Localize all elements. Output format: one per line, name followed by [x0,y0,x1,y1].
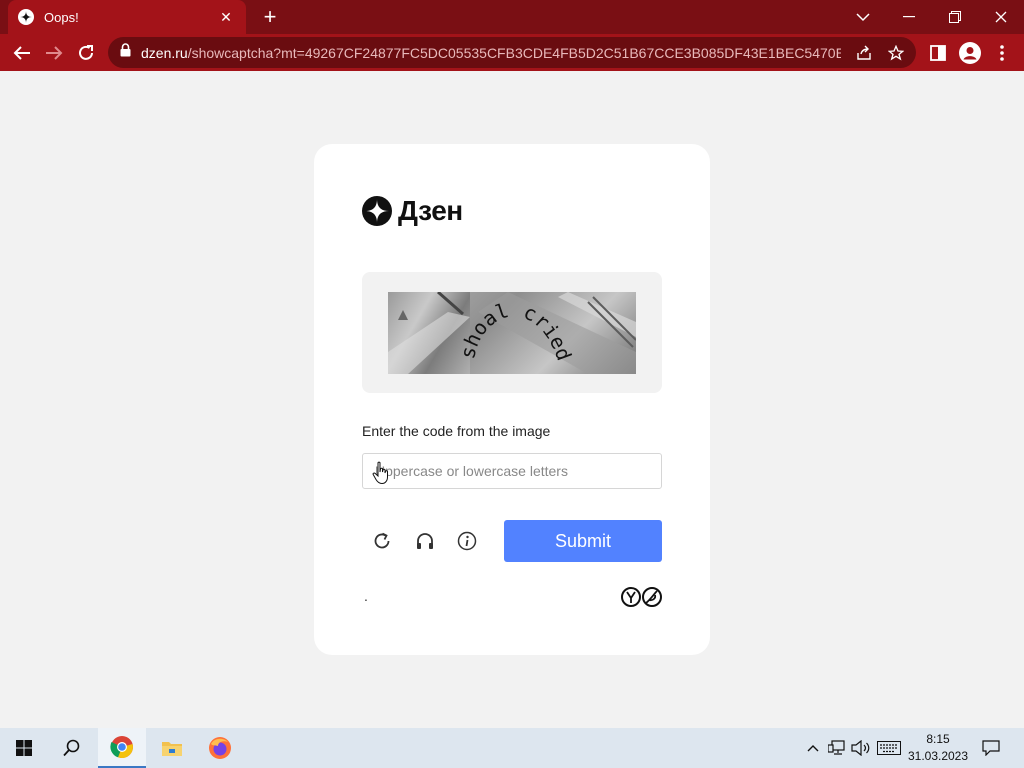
forward-arrow-icon[interactable] [41,40,67,66]
keyboard-icon[interactable] [876,738,902,758]
tab-title: Oops! [44,9,79,25]
url-text[interactable]: dzen.ru/showcaptcha?mt=49267CF24877FC5DC… [141,45,841,61]
firefox-icon[interactable] [196,728,244,768]
search-icon[interactable] [48,728,96,768]
bookmark-star-icon[interactable] [886,43,906,63]
brand-name: Дзен [398,195,463,226]
browser-tab[interactable]: Oops! ✕ [8,0,246,34]
footer-mark: . [364,588,368,604]
clock-time: 8:15 [926,732,950,746]
windows-start-icon[interactable] [0,728,48,768]
dzen-brand: Дзен [362,195,463,227]
minimize-button[interactable] [886,0,932,34]
profile-avatar-icon[interactable] [958,41,982,65]
back-arrow-icon[interactable] [9,40,35,66]
windows-taskbar: 8:15 31.03.2023 [0,728,1024,768]
audio-captcha-headphones-icon[interactable] [413,529,437,553]
refresh-captcha-icon[interactable] [370,529,394,553]
restore-button[interactable] [932,0,978,34]
url-host: dzen.ru [141,44,188,61]
new-tab-button[interactable]: + [258,5,282,29]
close-window-button[interactable] [978,0,1024,34]
dzen-logo-icon [362,196,392,226]
taskbar-clock[interactable]: 8:15 31.03.2023 [904,731,972,765]
notifications-icon[interactable] [980,738,1002,758]
lock-icon[interactable] [120,43,131,62]
captcha-image: shoal cried [388,292,636,374]
browser-toolbar: dzen.ru/showcaptcha?mt=49267CF24877FC5DC… [0,34,1024,71]
side-panel-icon[interactable] [926,41,950,65]
show-hidden-icons-chevron-icon[interactable] [802,738,824,758]
reload-icon[interactable] [73,40,99,66]
chrome-taskbar-icon[interactable] [98,728,146,768]
submit-button[interactable]: Submit [504,520,662,562]
info-icon[interactable] [455,529,479,553]
network-icon[interactable] [826,738,848,758]
share-icon[interactable] [854,43,874,63]
yandex-smartcaptcha-logo-icon[interactable] [620,586,664,608]
page-content: Дзен shoal cried Enter the code from the… [0,71,1024,728]
menu-kebab-icon[interactable] [990,41,1014,65]
volume-icon[interactable] [850,738,872,758]
url-path: /showcaptcha?mt=49267CF24877FC5DC05535CF… [187,44,841,61]
dzen-favicon-icon [18,9,34,25]
captcha-code-input[interactable] [362,453,662,489]
captcha-prompt: Enter the code from the image [362,423,551,439]
captcha-card: Дзен shoal cried Enter the code from the… [314,144,710,655]
clock-date: 31.03.2023 [907,749,969,763]
tab-search-chevron-icon[interactable] [840,0,886,34]
tab-close-icon[interactable]: ✕ [216,9,236,26]
file-explorer-icon[interactable] [148,728,196,768]
captcha-image-container: shoal cried [362,272,662,393]
browser-titlebar: Oops! ✕ + [0,0,1024,34]
address-bar[interactable]: dzen.ru/showcaptcha?mt=49267CF24877FC5DC… [108,37,916,68]
